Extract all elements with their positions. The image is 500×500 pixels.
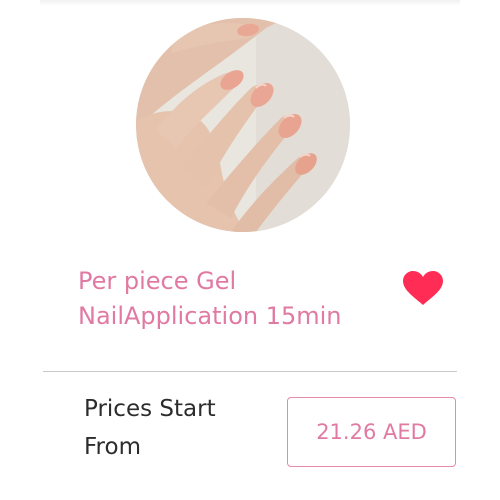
price-label: Prices Start From — [84, 396, 216, 460]
card-top-edge — [40, 0, 460, 6]
price-button[interactable]: 21.26 AED — [287, 397, 456, 467]
service-card[interactable]: Per piece Gel NailApplication 15min Pric… — [0, 0, 500, 500]
service-title: Per piece Gel NailApplication 15min — [78, 267, 342, 330]
nails-photo — [136, 18, 350, 232]
favorite-button[interactable] — [402, 270, 444, 306]
divider — [43, 371, 457, 372]
service-image — [136, 18, 350, 232]
heart-icon — [403, 271, 443, 305]
